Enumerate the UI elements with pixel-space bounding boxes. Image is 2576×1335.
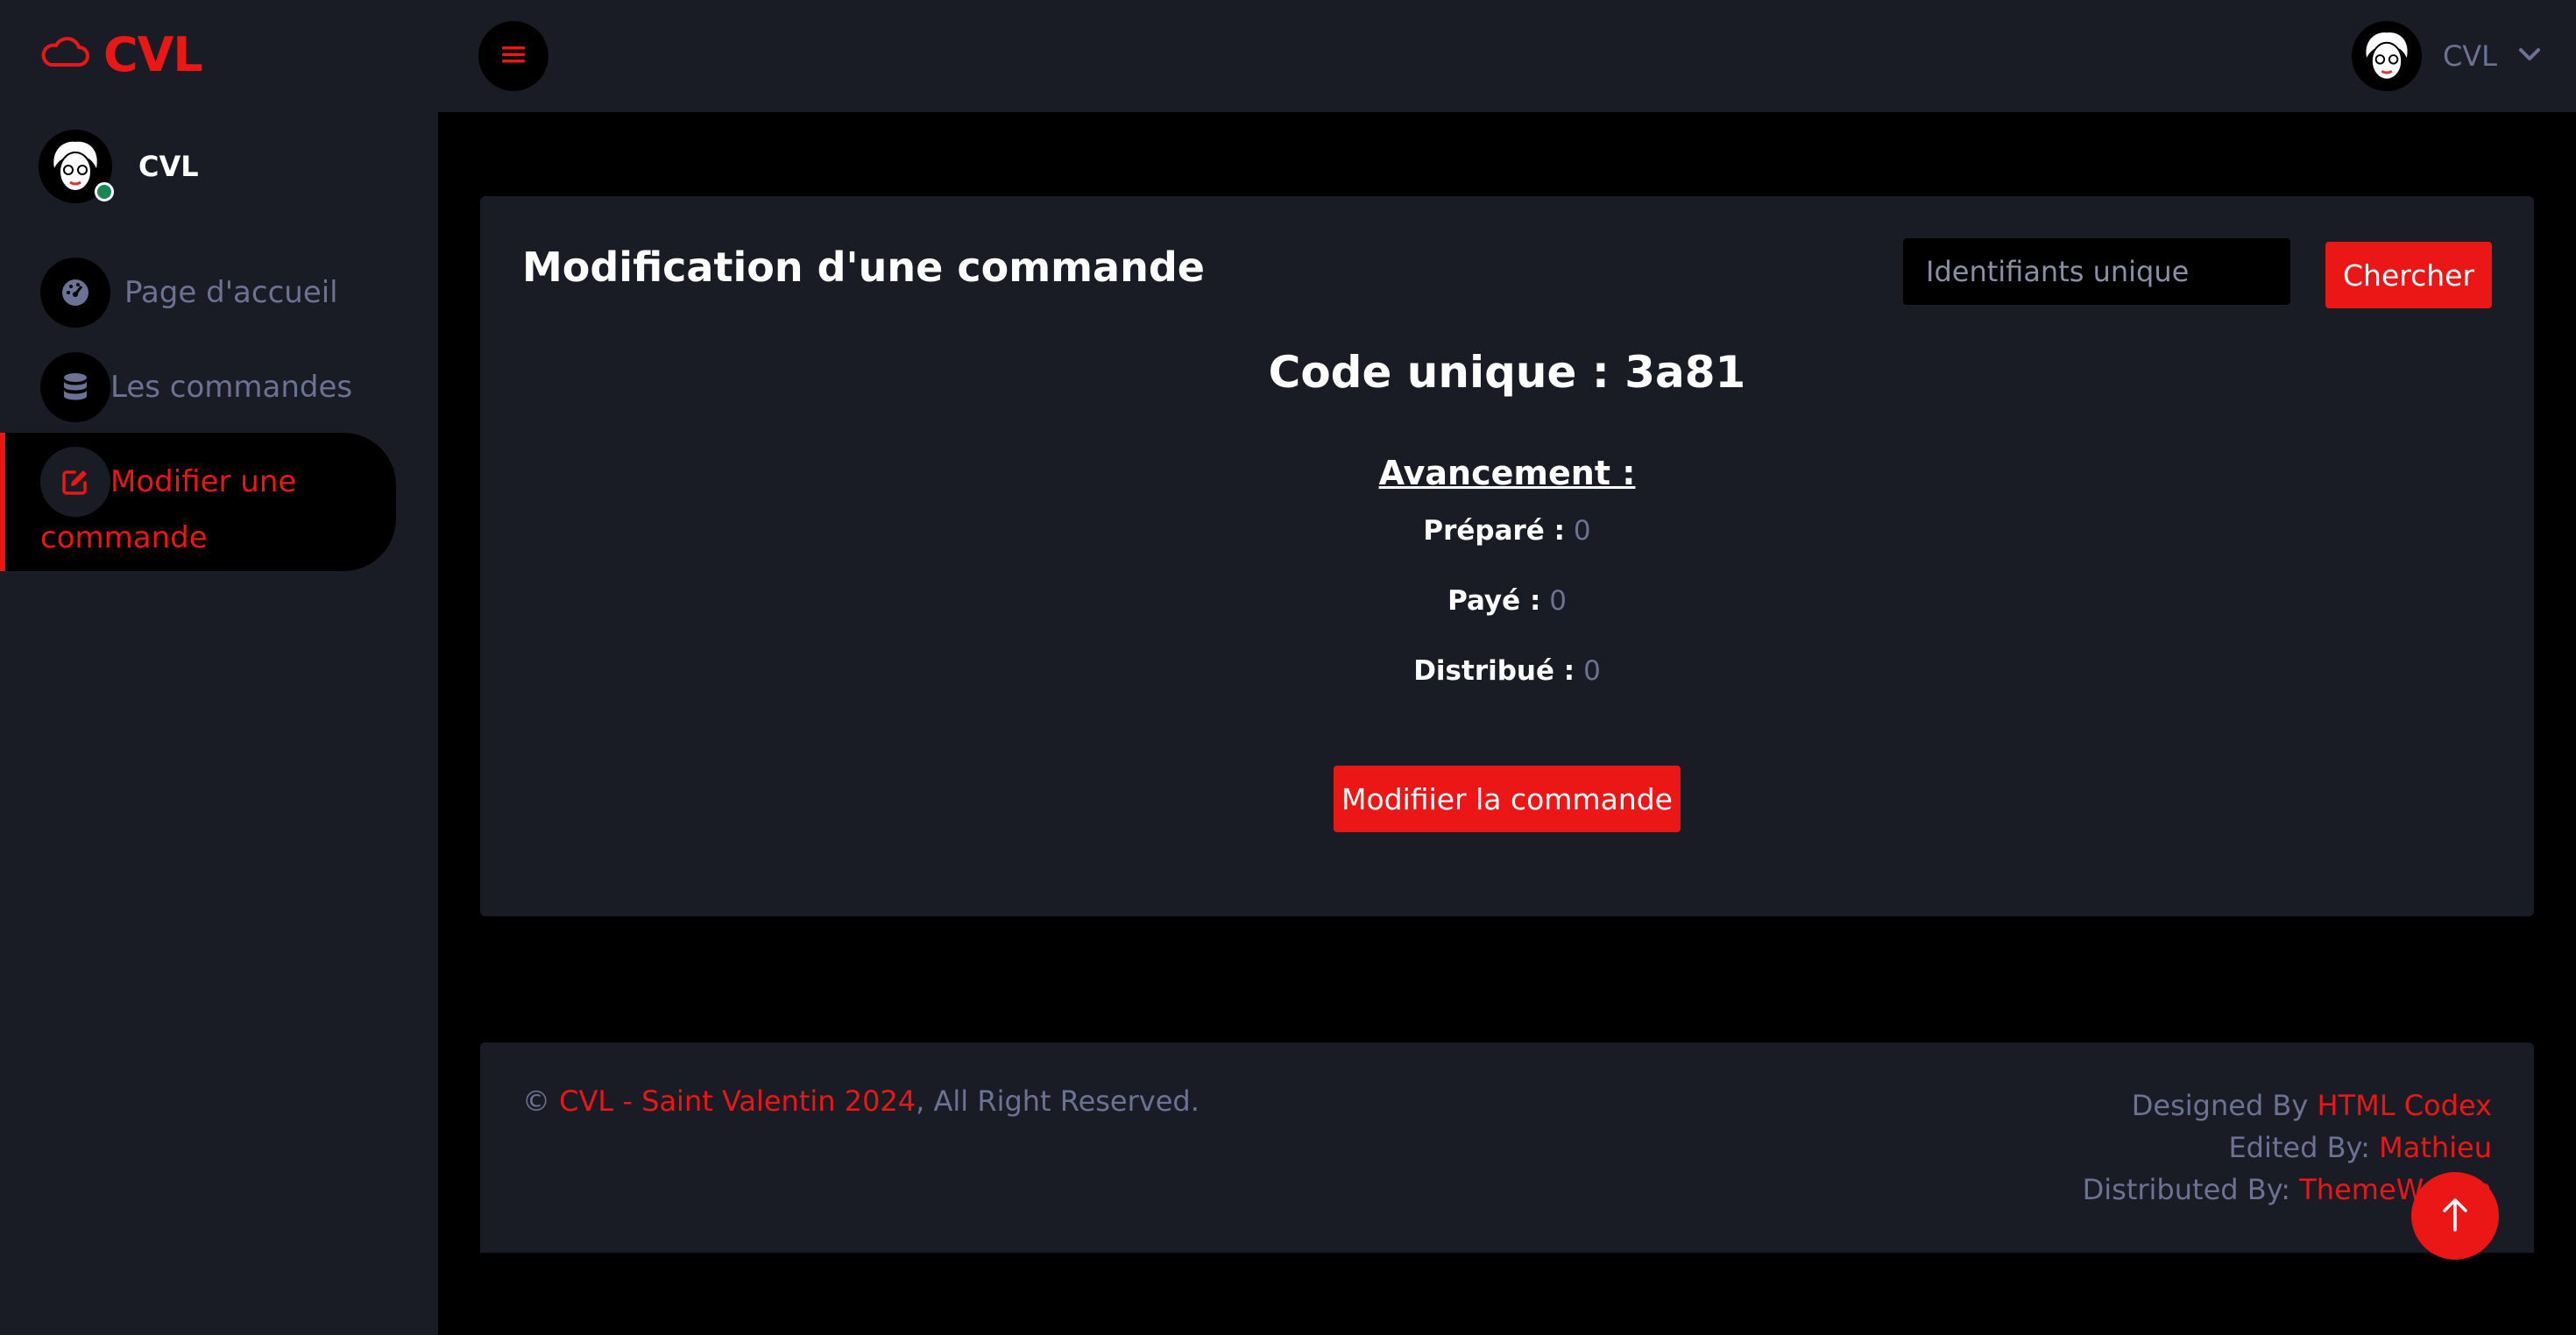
- hamburger-icon: [502, 45, 525, 67]
- status-paid: Payé : 0: [480, 585, 2534, 617]
- database-icon: [40, 352, 110, 422]
- dashboard-gauge-icon: [40, 258, 110, 328]
- status-value: 0: [1549, 585, 1567, 617]
- copyright-symbol: ©: [522, 1084, 550, 1118]
- cloud-icon: [39, 35, 91, 74]
- sidebar-item-orders[interactable]: Les commandes: [0, 352, 396, 422]
- status-prepared: Préparé : 0: [480, 515, 2534, 547]
- status-distributed: Distribué : 0: [480, 655, 2534, 687]
- designed-by-link[interactable]: HTML Codex: [2317, 1089, 2492, 1122]
- edited-by-link[interactable]: Mathieu: [2379, 1131, 2492, 1164]
- sidebar-item-edit-order[interactable]: Modifier une commande: [0, 433, 396, 571]
- order-code: Code unique : 3a81: [1268, 347, 1746, 398]
- status-label: Préparé :: [1423, 515, 1566, 547]
- edited-by-label: Edited By:: [2228, 1131, 2370, 1164]
- footer-copyright: © CVL - Saint Valentin 2024, All Right R…: [522, 1084, 1200, 1118]
- distributed-by-label: Distributed By:: [2082, 1173, 2291, 1206]
- status-value: 0: [1573, 515, 1591, 547]
- brand-name: CVL: [103, 26, 203, 82]
- user-name: CVL: [2442, 39, 2497, 73]
- arrow-up-icon: [2440, 1195, 2470, 1237]
- sidebar-item-home[interactable]: Page d'accueil: [0, 258, 396, 328]
- profile-name: CVL: [138, 150, 199, 183]
- rights-text: , All Right Reserved.: [916, 1084, 1200, 1118]
- avatar: [2351, 21, 2422, 91]
- site-link[interactable]: CVL - Saint Valentin 2024: [559, 1084, 916, 1118]
- progress-heading: Avancement :: [1378, 454, 1636, 492]
- sidebar-item-label: Les commandes: [110, 370, 353, 405]
- page-title: Modification d'une commande: [522, 244, 1205, 291]
- chevron-down-icon: [2518, 46, 2541, 66]
- edit-order-card: Modification d'une commande Chercher Cod…: [480, 196, 2534, 916]
- status-label: Payé :: [1447, 585, 1541, 617]
- avatar: [39, 130, 114, 203]
- edit-square-icon: [40, 447, 110, 517]
- status-label: Distribué :: [1413, 655, 1575, 687]
- search-button[interactable]: Chercher: [2325, 242, 2492, 308]
- sidebar-item-label-line2: commande: [40, 520, 208, 555]
- back-to-top-button[interactable]: [2411, 1172, 2499, 1260]
- user-menu-dropdown[interactable]: CVL: [2351, 19, 2541, 93]
- designed-by-label: Designed By: [2131, 1089, 2309, 1122]
- search-input[interactable]: [1903, 238, 2290, 305]
- sidebar-profile: CVL: [39, 130, 199, 203]
- sidebar-toggle-button[interactable]: [478, 21, 548, 91]
- footer: © CVL - Saint Valentin 2024, All Right R…: [480, 1042, 2534, 1253]
- sidebar-item-label: Page d'accueil: [124, 275, 338, 310]
- modify-order-button[interactable]: Modifiier la commande: [1334, 766, 1681, 832]
- topbar: CVL: [438, 0, 2576, 112]
- status-value: 0: [1583, 655, 1601, 687]
- sidebar: CVL CVL Page d'accueil Les commandes Mod…: [0, 0, 438, 1335]
- online-status-dot: [95, 182, 114, 201]
- brand-logo[interactable]: CVL: [39, 19, 203, 89]
- user-avatar-icon: [2351, 21, 2422, 91]
- sidebar-item-label-line1: Modifier une: [110, 464, 297, 499]
